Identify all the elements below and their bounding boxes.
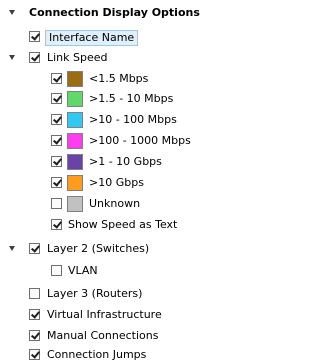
option-connection-jumps[interactable]: Connection Jumps <box>0 346 248 364</box>
option-vlan[interactable]: VLAN <box>0 262 248 280</box>
speed-row-10-100-mbps[interactable]: >10 - 100 Mbps <box>0 111 248 129</box>
speed-label[interactable]: Unknown <box>89 197 140 211</box>
option-layer-2-switches[interactable]: Layer 2 (Switches) <box>0 240 248 258</box>
layer-3-label[interactable]: Layer 3 (Routers) <box>47 287 142 301</box>
speed-row-1-10-gbps[interactable]: >1 - 10 Gbps <box>0 153 248 171</box>
manual-connections-label[interactable]: Manual Connections <box>47 329 158 343</box>
expand-triangle-icon[interactable] <box>9 10 15 15</box>
show-speed-checkbox[interactable] <box>51 219 62 230</box>
virtual-infrastructure-checkbox[interactable] <box>29 309 40 320</box>
vlan-checkbox[interactable] <box>51 265 62 276</box>
show-speed-label[interactable]: Show Speed as Text <box>68 218 177 232</box>
speed-row-unknown[interactable]: Unknown <box>0 195 248 213</box>
connection-jumps-label[interactable]: Connection Jumps <box>47 348 146 362</box>
speed-color-swatch <box>67 71 83 87</box>
speed-checkbox[interactable] <box>51 135 62 146</box>
speed-color-swatch <box>67 91 83 107</box>
speed-label[interactable]: >1 - 10 Gbps <box>89 155 162 169</box>
layer-3-checkbox[interactable] <box>29 288 40 299</box>
option-virtual-infrastructure[interactable]: Virtual Infrastructure <box>0 306 248 324</box>
connection-jumps-checkbox[interactable] <box>29 349 40 360</box>
speed-row-lt-1-5-mbps[interactable]: <1.5 Mbps <box>0 70 248 88</box>
speed-color-swatch <box>67 112 83 128</box>
link-speed-label[interactable]: Link Speed <box>47 51 108 65</box>
speed-color-swatch <box>67 133 83 149</box>
expand-triangle-icon[interactable] <box>9 246 15 251</box>
layer-2-label[interactable]: Layer 2 (Switches) <box>47 242 149 256</box>
option-manual-connections[interactable]: Manual Connections <box>0 327 248 345</box>
speed-label[interactable]: >10 Gbps <box>89 176 144 190</box>
manual-connections-checkbox[interactable] <box>29 330 40 341</box>
speed-color-swatch <box>67 154 83 170</box>
speed-color-swatch <box>67 196 83 212</box>
speed-checkbox[interactable] <box>51 93 62 104</box>
layer-2-checkbox[interactable] <box>29 243 40 254</box>
speed-checkbox[interactable] <box>51 73 62 84</box>
vlan-label[interactable]: VLAN <box>68 264 98 278</box>
speed-label[interactable]: >100 - 1000 Mbps <box>89 134 191 148</box>
option-layer-3-routers[interactable]: Layer 3 (Routers) <box>0 285 248 303</box>
interface-name-checkbox[interactable] <box>29 31 40 42</box>
connection-display-options-panel: Connection Display Options Interface Nam… <box>0 0 248 363</box>
option-show-speed-as-text[interactable]: Show Speed as Text <box>0 216 248 234</box>
speed-row-1-5-10-mbps[interactable]: >1.5 - 10 Mbps <box>0 90 248 108</box>
expand-triangle-icon[interactable] <box>9 55 15 60</box>
speed-label[interactable]: <1.5 Mbps <box>89 72 148 86</box>
speed-color-swatch <box>67 175 83 191</box>
speed-checkbox[interactable] <box>51 198 62 209</box>
speed-row-gt-10-gbps[interactable]: >10 Gbps <box>0 174 248 192</box>
speed-label[interactable]: >10 - 100 Mbps <box>89 113 177 127</box>
option-interface-name[interactable]: Interface Name <box>0 28 248 46</box>
option-link-speed[interactable]: Link Speed <box>0 49 248 67</box>
speed-checkbox[interactable] <box>51 156 62 167</box>
speed-checkbox[interactable] <box>51 177 62 188</box>
virtual-infrastructure-label[interactable]: Virtual Infrastructure <box>47 308 162 322</box>
section-heading-row: Connection Display Options <box>0 4 248 22</box>
link-speed-checkbox[interactable] <box>29 52 40 63</box>
section-heading: Connection Display Options <box>29 6 200 19</box>
speed-label[interactable]: >1.5 - 10 Mbps <box>89 92 173 106</box>
speed-checkbox[interactable] <box>51 114 62 125</box>
speed-row-100-1000-mbps[interactable]: >100 - 1000 Mbps <box>0 132 248 150</box>
interface-name-label[interactable]: Interface Name <box>45 30 139 46</box>
